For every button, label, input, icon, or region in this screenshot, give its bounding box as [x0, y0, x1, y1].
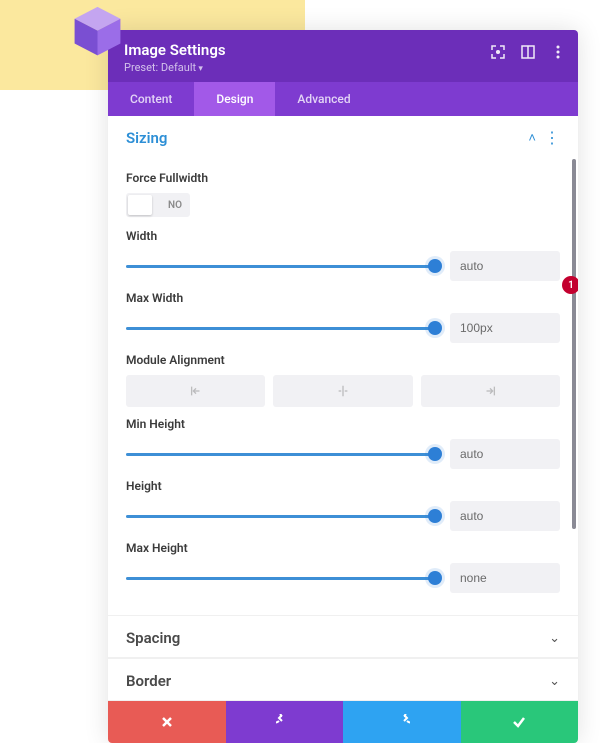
chevron-down-icon: ⌄	[549, 631, 560, 646]
align-center-button[interactable]	[273, 375, 412, 407]
label-min-height: Min Height	[126, 417, 560, 431]
chevron-up-icon: ˄	[528, 130, 536, 146]
section-sizing-body: Force Fullwidth NO Width Max Width 1 M	[108, 157, 578, 615]
tab-content[interactable]: Content	[108, 82, 194, 116]
slider-thumb[interactable]	[428, 509, 442, 523]
kebab-menu-icon[interactable]	[550, 44, 566, 64]
section-title-border: Border	[126, 672, 549, 690]
section-menu-icon[interactable]: ⋮	[544, 132, 560, 144]
redo-button[interactable]	[343, 701, 461, 743]
input-max-width[interactable]	[450, 313, 560, 343]
toggle-force-fullwidth[interactable]: NO	[126, 193, 190, 217]
input-min-height[interactable]	[450, 439, 560, 469]
label-max-width: Max Width	[126, 291, 560, 305]
annotation-badge-1: 1	[562, 276, 578, 294]
undo-button[interactable]	[226, 701, 344, 743]
slider-height[interactable]	[126, 515, 436, 518]
tabbar: Content Design Advanced	[108, 82, 578, 116]
chevron-down-icon: ⌄	[549, 674, 560, 689]
toggle-value: NO	[168, 200, 182, 211]
section-title-sizing: Sizing	[126, 129, 528, 147]
panel-header: Image Settings Preset: Default	[108, 30, 578, 82]
slider-thumb[interactable]	[428, 321, 442, 335]
scrollbar[interactable]	[572, 159, 576, 529]
close-button[interactable]	[108, 701, 226, 743]
input-height[interactable]	[450, 501, 560, 531]
settings-panel: Image Settings Preset: Default	[108, 30, 578, 743]
label-max-height: Max Height	[126, 541, 560, 555]
label-module-alignment: Module Alignment	[126, 353, 560, 367]
slider-max-height[interactable]	[126, 577, 436, 580]
slider-thumb[interactable]	[428, 259, 442, 273]
panel-icon[interactable]	[520, 44, 536, 64]
label-height: Height	[126, 479, 560, 493]
input-width[interactable]	[450, 251, 560, 281]
label-width: Width	[126, 229, 560, 243]
align-right-button[interactable]	[421, 375, 560, 407]
section-title-spacing: Spacing	[126, 629, 549, 647]
tab-design[interactable]: Design	[194, 82, 275, 116]
section-sizing-head[interactable]: Sizing ˄ ⋮	[108, 116, 578, 157]
slider-width[interactable]	[126, 265, 436, 268]
cube-icon	[70, 5, 125, 60]
align-left-button[interactable]	[126, 375, 265, 407]
expand-icon[interactable]	[490, 44, 506, 64]
section-spacing-head[interactable]: Spacing ⌄	[108, 616, 578, 658]
tab-advanced[interactable]: Advanced	[275, 82, 372, 116]
section-border-head[interactable]: Border ⌄	[108, 659, 578, 701]
slider-max-width[interactable]	[126, 327, 436, 330]
slider-min-height[interactable]	[126, 453, 436, 456]
input-max-height[interactable]	[450, 563, 560, 593]
footer-bar	[108, 701, 578, 743]
label-force-fullwidth: Force Fullwidth	[126, 171, 560, 185]
toggle-knob	[128, 195, 152, 215]
slider-thumb[interactable]	[428, 571, 442, 585]
save-button[interactable]	[461, 701, 579, 743]
slider-thumb[interactable]	[428, 447, 442, 461]
panel-body: Sizing ˄ ⋮ Force Fullwidth NO Width Max …	[108, 116, 578, 701]
